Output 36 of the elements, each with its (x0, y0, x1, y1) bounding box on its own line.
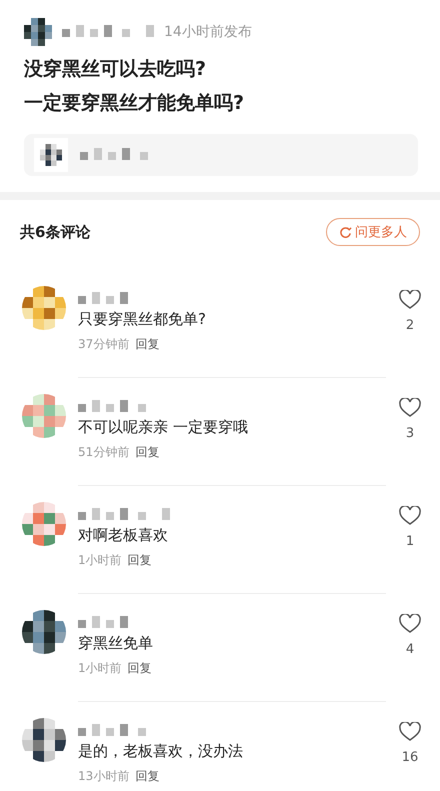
heart-icon[interactable] (399, 290, 421, 310)
comment-time: 1小时前 (78, 552, 122, 569)
reply-link[interactable]: 回复 (128, 552, 152, 569)
heart-icon[interactable] (399, 398, 421, 418)
reply-link[interactable]: 回复 (135, 336, 160, 353)
blurred-name (80, 146, 148, 160)
post-title: 一定要穿黑丝才能免单吗? (24, 91, 246, 116)
link-card[interactable] (24, 134, 418, 176)
comment-text: 不可以呢亲亲 一定要穿哦 (78, 417, 249, 438)
reply-link[interactable]: 回复 (135, 444, 160, 461)
comment-time: 1小时前 (78, 660, 122, 677)
comment-time: 13小时前 (78, 768, 130, 785)
heart-icon[interactable] (399, 614, 421, 634)
comment-time: 51分钟前 (78, 444, 130, 461)
comment-time: 37分钟前 (78, 336, 130, 353)
blurred-name (78, 722, 146, 736)
reply-link[interactable]: 回复 (128, 660, 152, 677)
heart-icon[interactable] (399, 506, 421, 526)
like-count: 3 (406, 426, 414, 441)
comment-count: 共6条评论 (20, 222, 90, 242)
like-count: 2 (406, 318, 414, 333)
comment-text: 穿黑丝免单 (78, 633, 154, 654)
blurred-name (78, 290, 128, 304)
heart-icon[interactable] (399, 722, 421, 742)
like-count: 4 (406, 642, 414, 657)
refresh-icon (339, 226, 352, 238)
post-title: 没穿黑丝可以去吃吗? (24, 57, 208, 82)
post-time: 14小时前发布 (164, 23, 252, 41)
comment-text: 只要穿黑丝都免单? (78, 309, 207, 330)
comment-text: 对啊老板喜欢 (78, 525, 169, 546)
comment-text: 是的，老板喜欢，没办法 (78, 741, 244, 762)
blurred-name (78, 398, 146, 412)
like-count: 16 (402, 750, 418, 765)
like-count: 1 (406, 534, 414, 549)
reply-link[interactable]: 回复 (135, 768, 160, 785)
blurred-name (78, 614, 128, 628)
